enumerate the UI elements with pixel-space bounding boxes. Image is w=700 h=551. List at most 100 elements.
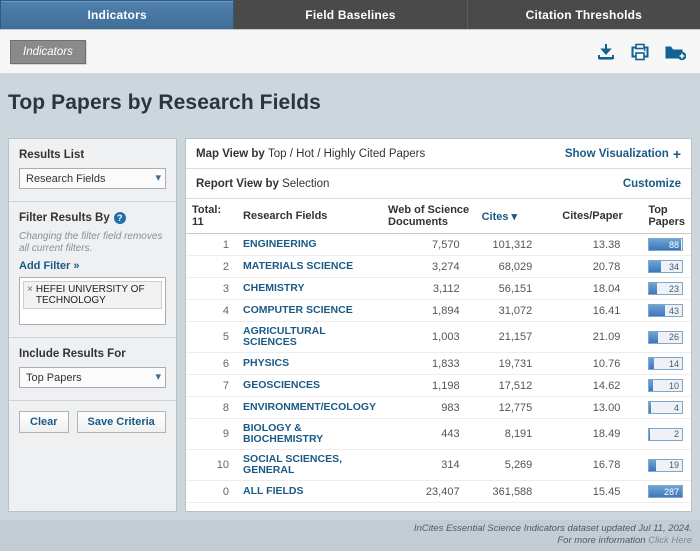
top-papers-bar-fill: [649, 358, 655, 369]
top-papers-bar: 287: [648, 485, 683, 498]
map-view-row: Map View by Top / Hot / Highly Cited Pap…: [186, 139, 691, 169]
table-row[interactable]: 5 AGRICULTURAL SCIENCES 1,003 21,157 21.09 26: [186, 321, 691, 353]
row-cites: 31,072: [475, 299, 557, 322]
include-results-section: Include Results For Top Papers ▾: [9, 338, 176, 400]
filter-results-text: Filter Results By: [19, 212, 110, 224]
top-papers-value: 10: [668, 380, 679, 391]
row-rank: 9: [186, 418, 238, 450]
field-link[interactable]: ENVIRONMENT/ECOLOGY: [243, 402, 376, 413]
row-wos-documents: 23,407: [382, 480, 476, 503]
row-cites-per-paper: 14.62: [556, 374, 643, 397]
field-link[interactable]: AGRICULTURAL SCIENCES: [243, 326, 376, 348]
results-list-select[interactable]: Research Fields ▾: [19, 168, 166, 189]
col-cites-per-paper[interactable]: Cites/Paper: [556, 199, 643, 234]
field-link[interactable]: GEOSCIENCES: [243, 380, 376, 391]
report-view-label-text: Report View by: [196, 177, 279, 190]
row-field: GEOSCIENCES: [237, 374, 383, 397]
save-criteria-button[interactable]: Save Criteria: [76, 411, 166, 433]
table-row[interactable]: 0 ALL FIELDS 23,407 361,588 15.45 287: [186, 480, 691, 503]
field-link[interactable]: CHEMISTRY: [243, 283, 376, 294]
row-field: ENVIRONMENT/ECOLOGY: [237, 396, 383, 419]
tab-citation-thresholds[interactable]: Citation Thresholds: [468, 0, 700, 29]
chevron-down-icon: ▾: [155, 371, 161, 383]
field-link[interactable]: SOCIAL SCIENCES, GENERAL: [243, 454, 376, 476]
field-link[interactable]: PHYSICS: [243, 358, 376, 369]
download-icon[interactable]: [596, 42, 616, 62]
top-papers-value: 19: [668, 460, 679, 470]
toolbar-icons: [596, 42, 690, 62]
plus-icon: +: [672, 145, 681, 162]
top-papers-value: 23: [668, 283, 679, 294]
table-row[interactable]: 9 BIOLOGY & BIOCHEMISTRY 443 8,191 18.49 2: [186, 418, 691, 450]
row-rank: 7: [186, 374, 238, 397]
row-top-papers: 4: [642, 396, 691, 419]
filter-chip[interactable]: × HEFEI UNIVERSITY OF TECHNOLOGY: [23, 281, 162, 309]
col-research-fields[interactable]: Research Fields: [237, 199, 383, 234]
row-cites: 8,191: [475, 418, 557, 450]
row-cites-per-paper: 20.78: [556, 255, 643, 278]
col-wos-documents[interactable]: Web of Science Documents: [382, 199, 476, 234]
table-row[interactable]: 1 ENGINEERING 7,570 101,312 13.38 88: [186, 233, 691, 256]
breadcrumb[interactable]: Indicators: [10, 39, 86, 64]
table-row[interactable]: 6 PHYSICS 1,833 19,731 10.76 14: [186, 352, 691, 375]
row-top-papers: 34: [642, 255, 691, 278]
customize-link[interactable]: Customize: [623, 178, 681, 190]
report-view-row: Report View by Selection Customize: [186, 169, 691, 199]
row-top-papers: 10: [642, 374, 691, 397]
table-row[interactable]: 2 MATERIALS SCIENCE 3,274 68,029 20.78 34: [186, 255, 691, 278]
top-papers-bar-fill: [649, 459, 657, 471]
show-visualization-link[interactable]: Show Visualization +: [565, 147, 681, 161]
report-view-value[interactable]: Selection: [282, 178, 329, 190]
field-link[interactable]: BIOLOGY & BIOCHEMISTRY: [243, 423, 376, 445]
include-results-select[interactable]: Top Papers ▾: [19, 367, 166, 388]
row-cites-per-paper: 15.45: [556, 480, 643, 503]
row-rank: 8: [186, 396, 238, 419]
footer-line-1: InCites Essential Science Indicators dat…: [413, 523, 692, 534]
results-list-label: Results List: [19, 149, 85, 161]
top-papers-bar: 2: [648, 427, 683, 441]
table-row[interactable]: 8 ENVIRONMENT/ECOLOGY 983 12,775 13.00 4: [186, 396, 691, 419]
table-row[interactable]: 3 CHEMISTRY 3,112 56,151 18.04 23: [186, 277, 691, 300]
tab-field-baselines-label: Field Baselines: [305, 7, 396, 22]
footer-line-2-prefix: For more information: [557, 535, 649, 546]
tab-indicators[interactable]: Indicators: [0, 0, 235, 29]
row-wos-documents: 1,198: [382, 374, 476, 397]
tab-field-baselines[interactable]: Field Baselines: [234, 0, 468, 29]
row-field: PHYSICS: [237, 352, 383, 375]
top-papers-bar-fill: [649, 283, 658, 294]
top-papers-value: 287: [663, 486, 679, 497]
print-icon[interactable]: [630, 42, 650, 62]
field-link[interactable]: ALL FIELDS: [243, 486, 376, 497]
filter-chip-box[interactable]: × HEFEI UNIVERSITY OF TECHNOLOGY: [19, 277, 166, 325]
top-papers-value: 4: [673, 402, 679, 413]
add-filter-link[interactable]: Add Filter »: [19, 260, 166, 272]
row-top-papers: 26: [642, 321, 691, 353]
map-view-label: Map View by Top / Hot / Highly Cited Pap…: [196, 148, 425, 160]
field-link[interactable]: MATERIALS SCIENCE: [243, 261, 376, 272]
row-rank: 1: [186, 233, 238, 256]
footer-line-2: For more information Click Here: [0, 535, 692, 547]
field-link[interactable]: COMPUTER SCIENCE: [243, 305, 376, 316]
total-value: 11: [192, 216, 204, 228]
remove-filter-icon[interactable]: ×: [27, 284, 33, 306]
col-cites[interactable]: Cites ▾: [475, 199, 557, 234]
add-to-folder-icon[interactable]: [664, 42, 687, 62]
row-field: BIOLOGY & BIOCHEMISTRY: [237, 418, 383, 450]
row-wos-documents: 1,833: [382, 352, 476, 375]
row-wos-documents: 3,112: [382, 277, 476, 300]
table-row[interactable]: 4 COMPUTER SCIENCE 1,894 31,072 16.41 43: [186, 299, 691, 322]
col-top-papers[interactable]: Top Papers: [642, 199, 691, 234]
table-row[interactable]: 10 SOCIAL SCIENCES, GENERAL 314 5,269 16.78 1…: [186, 449, 691, 481]
row-wos-documents: 1,003: [382, 321, 476, 353]
table-row[interactable]: 7 GEOSCIENCES 1,198 17,512 14.62 10: [186, 374, 691, 397]
row-field: ENGINEERING: [237, 233, 383, 256]
map-view-value[interactable]: Top / Hot / Highly Cited Papers: [268, 148, 425, 160]
top-papers-bar-fill: [649, 402, 651, 413]
field-link[interactable]: ENGINEERING: [243, 239, 376, 250]
footer: InCites Essential Science Indicators dat…: [0, 520, 700, 551]
top-papers-value: 43: [668, 305, 679, 316]
click-here-link[interactable]: Click Here: [648, 535, 692, 546]
results-table-head: Total: 11 Research Fields Web of Science…: [186, 199, 691, 234]
clear-button[interactable]: Clear: [19, 411, 69, 433]
help-icon[interactable]: ?: [113, 212, 126, 224]
